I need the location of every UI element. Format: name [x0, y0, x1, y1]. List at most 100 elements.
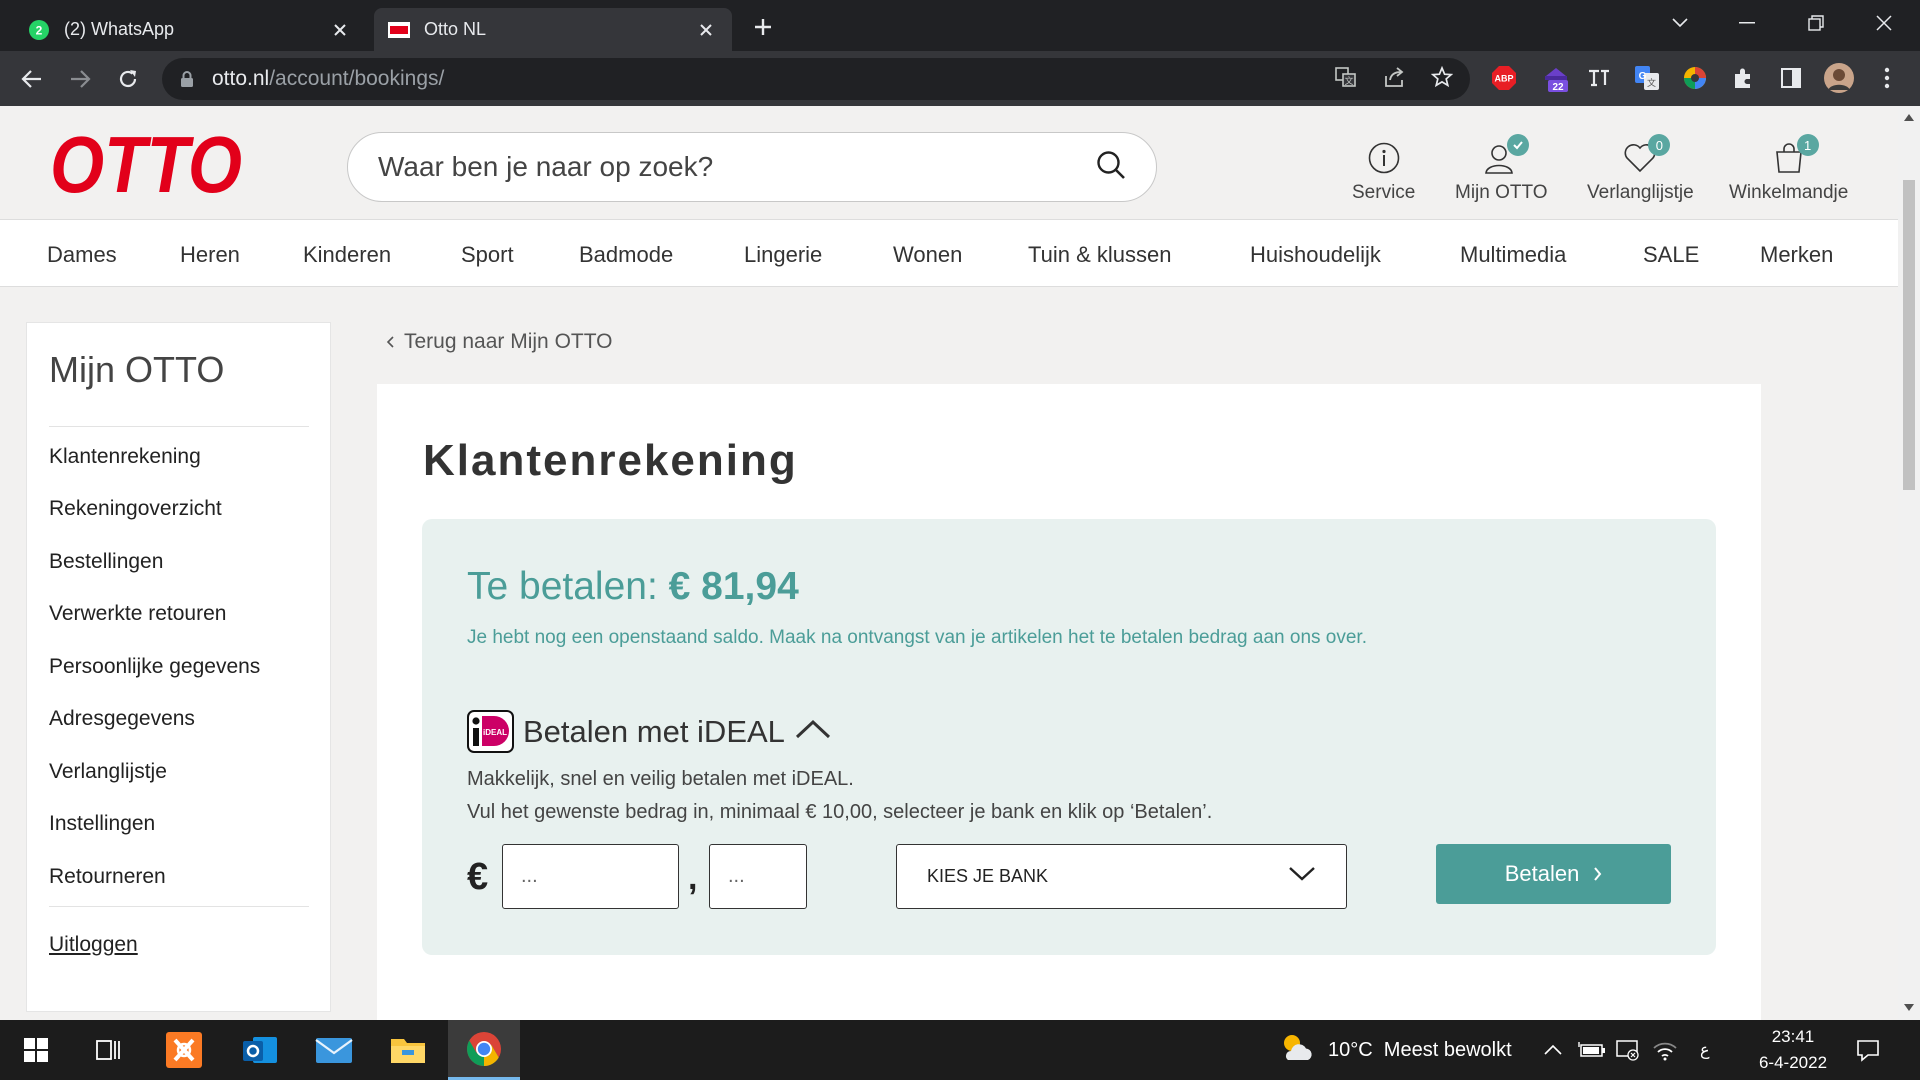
service-label: Service	[1352, 182, 1416, 203]
input-language-indicator[interactable]: ع	[1700, 1020, 1710, 1080]
nav-dames[interactable]: Dames	[47, 242, 117, 268]
notifications-icon[interactable]	[1856, 1020, 1880, 1080]
network-screen-icon[interactable]	[1615, 1020, 1641, 1080]
cart-label: Winkelmandje	[1729, 182, 1849, 203]
payment-box: Te betalen: € 81,94 Je hebt nog een open…	[422, 519, 1716, 955]
pay-button[interactable]: Betalen	[1436, 844, 1671, 904]
forward-button[interactable]	[64, 63, 96, 95]
close-tab-icon[interactable]	[694, 18, 718, 42]
google-translate-icon[interactable]: G文	[1632, 63, 1662, 93]
ideal-section-toggle[interactable]: iDEAL Betalen met iDEAL	[467, 710, 831, 753]
task-view-icon[interactable]	[72, 1020, 144, 1080]
cart-count-badge: 1	[1796, 134, 1819, 156]
bank-select[interactable]: KIES JE BANK	[896, 844, 1347, 909]
whatsapp-icon: 2	[28, 19, 50, 41]
wishlist-link[interactable]: 0 Verlanglijstje	[1587, 134, 1694, 204]
sidebar-item-instellingen[interactable]: Instellingen	[49, 812, 155, 836]
lock-icon[interactable]	[180, 70, 194, 88]
pay-button-label: Betalen	[1504, 861, 1580, 886]
url-text: otto.nl/account/bookings/	[212, 67, 445, 90]
otto-favicon-icon	[388, 19, 410, 41]
restore-button[interactable]	[1796, 8, 1836, 38]
minimize-button[interactable]	[1727, 8, 1767, 38]
nav-wonen[interactable]: Wonen	[893, 242, 962, 268]
scroll-up-arrow-icon[interactable]	[1904, 112, 1914, 122]
search-icon[interactable]	[1096, 150, 1126, 185]
scroll-down-arrow-icon[interactable]	[1904, 1002, 1914, 1012]
nav-sale[interactable]: SALE	[1643, 242, 1699, 268]
clock-date: 6-4-2022	[1758, 1053, 1828, 1072]
outlook-icon[interactable]	[224, 1020, 296, 1080]
battery-icon[interactable]	[1578, 1020, 1606, 1080]
color-picker-extension-icon[interactable]	[1680, 63, 1710, 93]
reload-button[interactable]	[112, 63, 144, 95]
tab-search-chevron-icon[interactable]	[1660, 8, 1700, 38]
adblock-plus-icon[interactable]: ABP	[1489, 63, 1519, 93]
browser-menu-icon[interactable]	[1872, 63, 1902, 93]
sidebar-item-verwerkte-retouren[interactable]: Verwerkte retouren	[49, 602, 226, 626]
extensions-puzzle-icon[interactable]	[1728, 63, 1758, 93]
tab-otto[interactable]: Otto NL	[374, 8, 732, 51]
start-button[interactable]	[0, 1020, 72, 1080]
ideal-title: Betalen met iDEAL	[523, 713, 785, 749]
logout-link[interactable]: Uitloggen	[49, 933, 138, 957]
mijn-otto-link[interactable]: Mijn OTTO	[1455, 134, 1548, 204]
amount-cents-input[interactable]: ...	[709, 844, 807, 909]
user-icon	[1481, 134, 1530, 178]
search-input[interactable]: Waar ben je naar op zoek?	[378, 151, 1096, 183]
sidebar-item-bestellingen[interactable]: Bestellingen	[49, 550, 163, 574]
mail-icon[interactable]	[298, 1020, 370, 1080]
otto-logo[interactable]: OTTO	[50, 120, 245, 209]
language-tool-icon[interactable]	[1584, 63, 1614, 93]
close-tab-icon[interactable]	[328, 18, 352, 42]
cart-link[interactable]: 1 Winkelmandje	[1729, 134, 1849, 204]
service-link[interactable]: Service	[1352, 138, 1415, 204]
sidebar-item-adresgegevens[interactable]: Adresgegevens	[49, 707, 195, 731]
sidebar-item-rekeningoverzicht[interactable]: Rekeningoverzicht	[49, 497, 222, 521]
nav-heren[interactable]: Heren	[180, 242, 240, 268]
file-explorer-icon[interactable]	[372, 1020, 444, 1080]
share-icon[interactable]	[1380, 63, 1408, 91]
back-to-mijn-otto-link[interactable]: Terug naar Mijn OTTO	[386, 330, 613, 354]
nav-huishoudelijk[interactable]: Huishoudelijk	[1250, 242, 1381, 268]
profile-avatar[interactable]	[1824, 63, 1854, 93]
page-scrollbar[interactable]	[1898, 106, 1920, 1020]
nav-tuin-klussen[interactable]: Tuin & klussen	[1028, 242, 1171, 268]
page-title: Klantenrekening	[423, 436, 798, 485]
svg-text:iDEAL: iDEAL	[483, 728, 507, 737]
system-clock[interactable]: 23:41 6-4-2022	[1738, 1024, 1848, 1076]
amount-due-label: Te betalen:	[467, 565, 658, 608]
tab-whatsapp[interactable]: 2 (2) WhatsApp	[14, 8, 366, 51]
amount-due: Te betalen: € 81,94	[467, 565, 799, 609]
close-window-button[interactable]	[1864, 8, 1904, 38]
browser-toolbar: otto.nl/account/bookings/ 文 ABP 22 G文	[0, 51, 1920, 106]
wifi-icon[interactable]	[1652, 1020, 1678, 1080]
sidebar-title: Mijn OTTO	[49, 349, 225, 390]
back-button[interactable]	[16, 63, 48, 95]
sidebar-item-verlanglijstje[interactable]: Verlanglijstje	[49, 760, 167, 784]
bookmark-star-icon[interactable]	[1428, 63, 1456, 91]
scrollbar-thumb[interactable]	[1903, 180, 1915, 490]
side-panel-icon[interactable]	[1776, 63, 1806, 93]
nav-badmode[interactable]: Badmode	[579, 242, 673, 268]
extension-count-icon[interactable]: 22	[1541, 63, 1571, 93]
sidebar-item-klantenrekening[interactable]: Klantenrekening	[49, 445, 201, 469]
bank-select-value: KIES JE BANK	[927, 866, 1049, 886]
nav-sport[interactable]: Sport	[461, 242, 514, 268]
xampp-icon[interactable]	[148, 1020, 220, 1080]
chrome-taskbar-icon[interactable]	[448, 1020, 520, 1080]
sidebar-item-persoonlijke-gegevens[interactable]: Persoonlijke gegevens	[49, 655, 260, 679]
sidebar-item-retourneren[interactable]: Retourneren	[49, 865, 166, 889]
nav-kinderen[interactable]: Kinderen	[303, 242, 391, 268]
weather-widget[interactable]: 10°C Meest bewolkt	[1278, 1020, 1512, 1080]
show-hidden-icons-chevron-icon[interactable]	[1544, 1020, 1562, 1080]
nav-lingerie[interactable]: Lingerie	[744, 242, 822, 268]
search-field[interactable]: Waar ben je naar op zoek?	[347, 132, 1157, 202]
new-tab-button[interactable]	[748, 12, 778, 42]
translate-icon[interactable]: 文	[1332, 63, 1360, 91]
address-bar[interactable]: otto.nl/account/bookings/	[162, 58, 1470, 100]
nav-merken[interactable]: Merken	[1760, 242, 1833, 268]
amount-euros-input[interactable]: ...	[502, 844, 679, 909]
nav-multimedia[interactable]: Multimedia	[1460, 242, 1566, 268]
cart-icon: 1	[1769, 134, 1819, 178]
